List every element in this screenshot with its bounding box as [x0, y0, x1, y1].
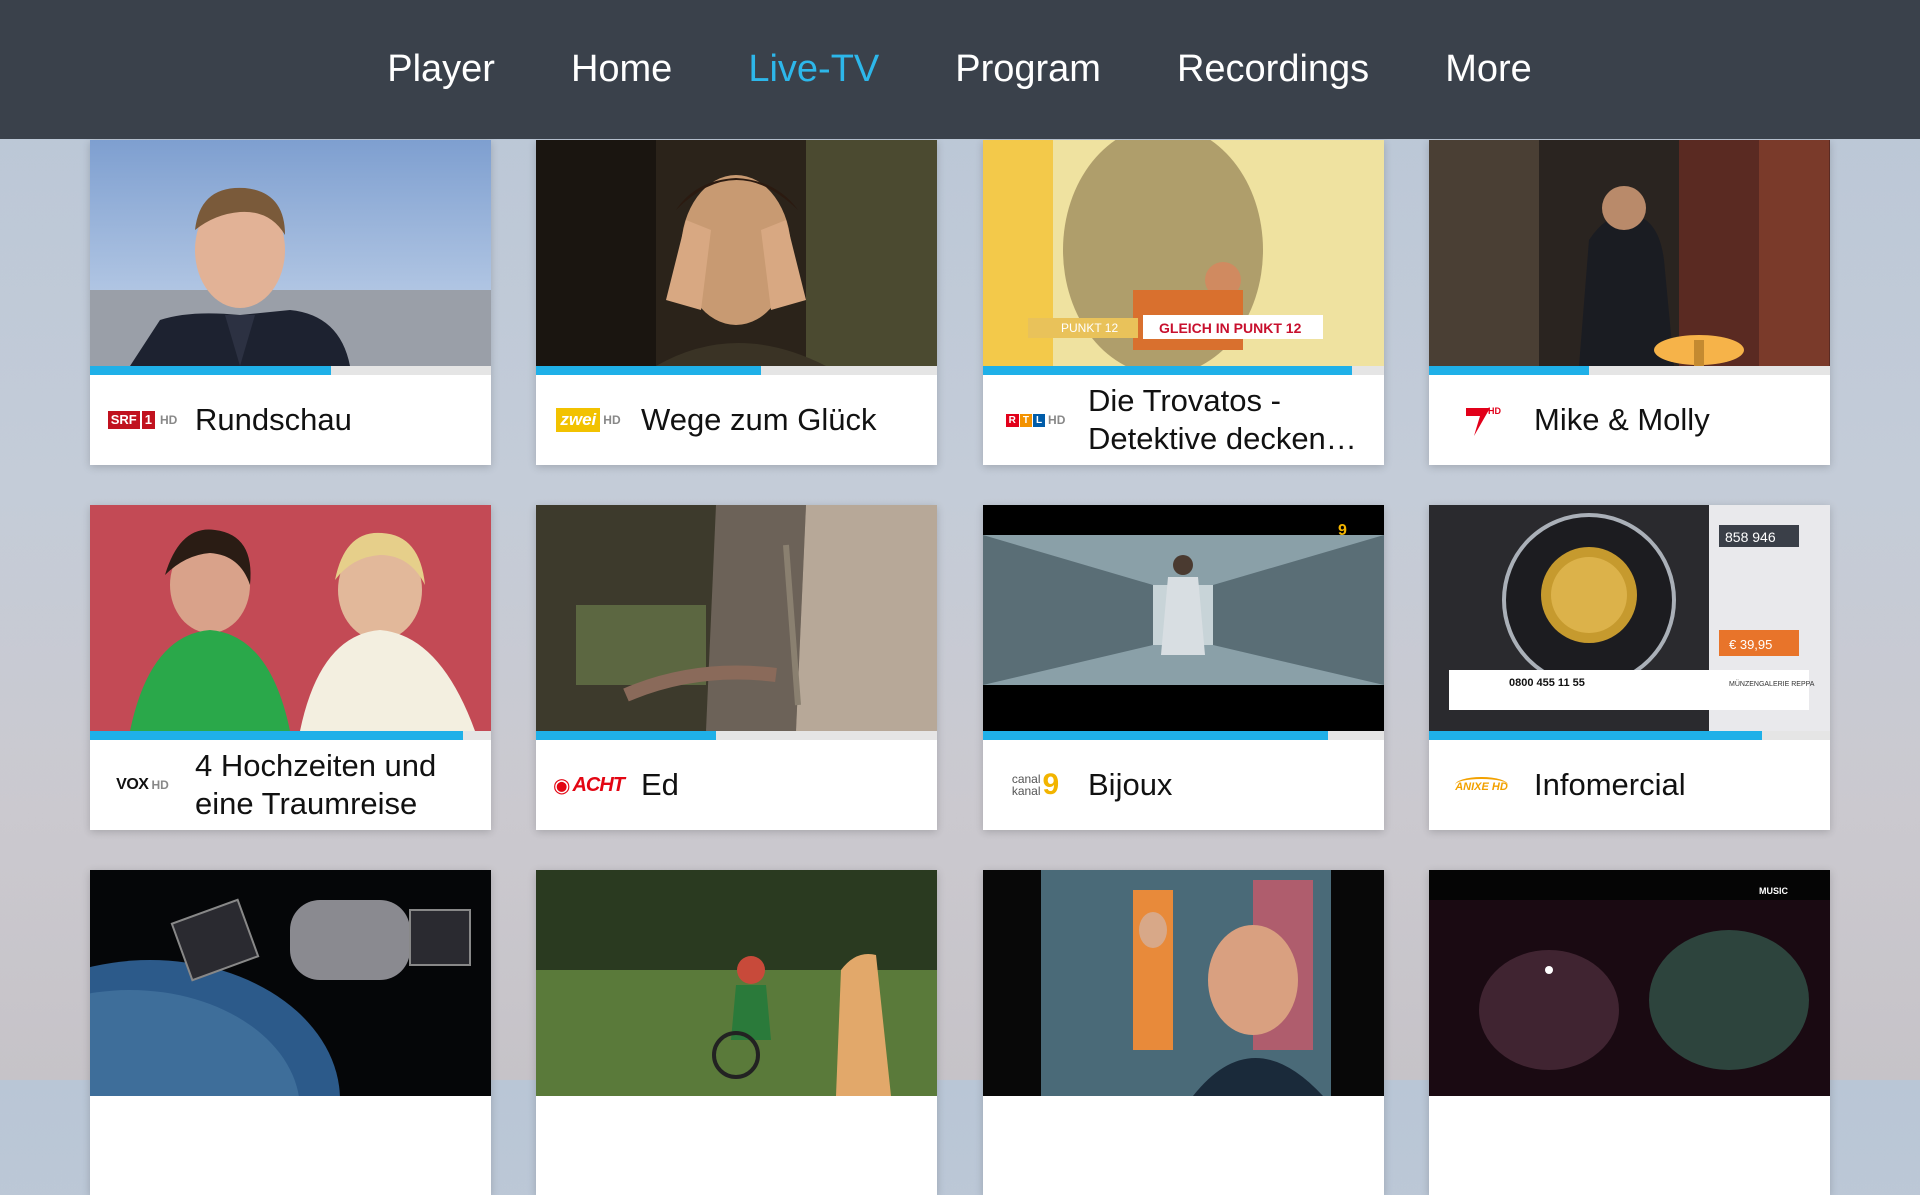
ad-phone: 0800 455 11 55	[1509, 677, 1585, 689]
channel-card[interactable]: HD Mike & Molly	[1429, 140, 1830, 465]
program-title: 4 Hochzeiten und eine Traumreise	[195, 748, 437, 821]
channel-card[interactable]: SRF 1 HD Rundschau	[90, 140, 491, 465]
video-thumbnail	[90, 140, 491, 366]
progress-bar	[1429, 366, 1830, 375]
channel-badge: 9	[1338, 522, 1347, 539]
program-title: Rundschau	[195, 402, 352, 437]
program-title: Mike & Molly	[1534, 402, 1710, 437]
channel-card[interactable]: 858 946 € 39,95 0800 455 11 55 MÜNZENGAL…	[1429, 505, 1830, 830]
channel-card[interactable]	[90, 870, 491, 1195]
top-navigation-bar: Player Home Live-TV Program Recordings M…	[0, 0, 1920, 139]
channel-card[interactable]: zwei HD Wege zum Glück	[536, 140, 937, 465]
rtl-punkt-label: PUNKT 12	[1061, 321, 1118, 335]
video-thumbnail: PUNKT 12 GLEICH IN PUNKT 12	[983, 140, 1384, 366]
program-title: Bijoux	[1088, 767, 1173, 802]
progress-bar	[1429, 731, 1830, 740]
video-thumbnail	[90, 870, 491, 1096]
nav-recordings[interactable]: Recordings	[1139, 0, 1407, 139]
nav-more[interactable]: More	[1407, 0, 1570, 139]
channel-card[interactable]: PUNKT 12 GLEICH IN PUNKT 12 R T L HD Die Tr…	[983, 140, 1384, 465]
video-thumbnail	[90, 505, 491, 731]
nav-live-tv[interactable]: Live-TV	[710, 0, 917, 139]
channel-card[interactable]	[983, 870, 1384, 1195]
progress-bar	[536, 731, 937, 740]
progress-bar	[983, 366, 1384, 375]
program-title: Wege zum Glück	[641, 402, 877, 437]
program-title: Die Trovatos - Detektive decken…	[1088, 383, 1357, 456]
channel-logo: VOX HD	[116, 776, 169, 793]
channel-logo: HD	[1429, 375, 1534, 465]
svg-text:HD: HD	[1488, 406, 1501, 416]
progress-bar	[90, 366, 491, 375]
channel-card[interactable]: MUSIC	[1429, 870, 1830, 1195]
ad-price: 858 946	[1725, 529, 1776, 545]
channel-logo: ◉ ACHT	[553, 773, 625, 797]
ad-brand: MÜNZENGALERIE REPPA	[1729, 680, 1815, 688]
channel-card[interactable]: VOX HD 4 Hochzeiten und eine Traumreise	[90, 505, 491, 830]
nav-home[interactable]: Home	[533, 0, 710, 139]
channel-logo: zwei HD	[536, 375, 641, 465]
nav-player[interactable]: Player	[349, 0, 533, 139]
program-title: Infomercial	[1534, 767, 1686, 802]
video-thumbnail: 858 946 € 39,95 0800 455 11 55 MÜNZENGAL…	[1429, 505, 1830, 731]
channel-logo: SRF 1 HD	[90, 375, 195, 465]
channel-grid: SRF 1 HD Rundschau zwei HD Wege zum Glück	[0, 0, 1920, 1195]
video-thumbnail: MUSIC	[1429, 870, 1830, 1096]
progress-bar	[983, 731, 1384, 740]
video-thumbnail	[536, 140, 937, 366]
video-thumbnail	[536, 505, 937, 731]
channel-card[interactable]: 9 canal kanal 9 Bijoux	[983, 505, 1384, 830]
channel-card[interactable]	[536, 870, 937, 1195]
video-thumbnail	[1429, 140, 1830, 366]
channel-logo: R T L HD	[983, 375, 1088, 465]
video-thumbnail	[983, 870, 1384, 1096]
rtl-banner: GLEICH IN PUNKT 12	[1159, 320, 1302, 336]
ad-offer: € 39,95	[1729, 637, 1772, 652]
video-thumbnail: 9	[983, 505, 1384, 731]
music-badge: MUSIC	[1759, 886, 1789, 896]
video-thumbnail	[536, 870, 937, 1096]
channel-card[interactable]: ◉ ACHT Ed	[536, 505, 937, 830]
nav-program[interactable]: Program	[917, 0, 1139, 139]
channel-logo: ANIXE HD	[1429, 740, 1534, 830]
progress-bar	[90, 731, 491, 740]
program-title: Ed	[641, 767, 679, 802]
progress-bar	[536, 366, 937, 375]
channel-logo: canal kanal 9	[1011, 768, 1060, 801]
main-nav: Player Home Live-TV Program Recordings M…	[349, 0, 1570, 139]
